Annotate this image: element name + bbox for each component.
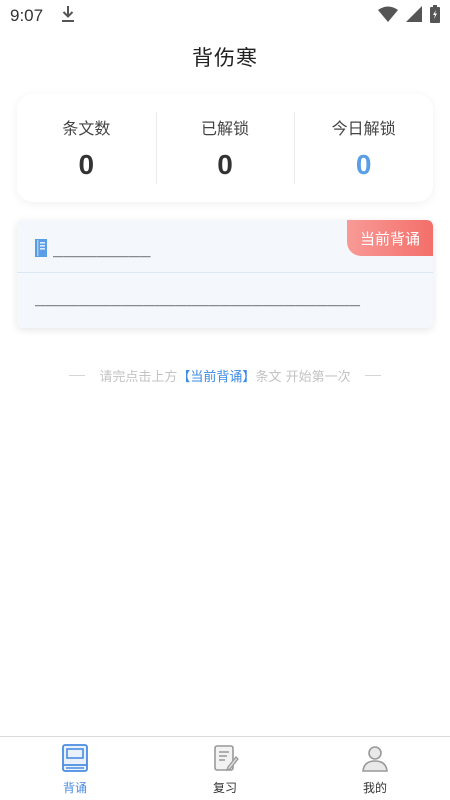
tab-mine[interactable]: 我的	[300, 737, 450, 800]
stat-total: 条文数 0	[17, 112, 156, 184]
tab-recite[interactable]: 背诵	[0, 737, 150, 800]
current-recitation-badge[interactable]: 当前背诵	[347, 220, 433, 256]
stat-today-unlocked: 今日解锁 0	[294, 112, 433, 184]
card-title-row: _________ 当前背诵	[17, 220, 433, 273]
stat-label: 今日解锁	[331, 119, 396, 138]
book-icon	[35, 239, 47, 261]
tab-label: 背诵	[62, 781, 87, 795]
book-icon	[60, 743, 90, 777]
stat-value: 0	[217, 149, 233, 180]
battery-icon	[430, 5, 440, 27]
status-time: 9:07	[10, 6, 44, 25]
stat-label: 已解锁	[201, 119, 250, 138]
tab-review[interactable]: 复习	[150, 737, 300, 800]
status-bar: 9:07	[0, 0, 450, 32]
note-edit-icon	[210, 743, 240, 777]
bottom-tab-bar: 背诵 复习 我的	[0, 736, 450, 800]
page-title: 背伤寒	[192, 46, 258, 70]
stats-card: 条文数 0 已解锁 0 今日解锁 0	[17, 94, 433, 202]
download-icon	[61, 5, 75, 27]
wifi-icon	[378, 6, 398, 26]
hint-text: 请完点击上方【当前背诵】条文 开始第一次	[0, 366, 450, 385]
screen: 9:07 背伤寒 条文数 0 已解锁 0 今日解锁 0 _________ 当前…	[0, 0, 450, 800]
card-body-text: ______________________________	[35, 286, 361, 307]
divider	[69, 375, 86, 376]
tab-label: 我的	[362, 781, 387, 795]
signal-icon	[406, 6, 422, 26]
hint-highlight: 【当前背诵】	[177, 370, 256, 385]
card-title-text: _________	[53, 237, 151, 258]
stat-label: 条文数	[62, 119, 111, 138]
hint-before: 请完点击上方	[99, 370, 178, 385]
person-icon	[360, 743, 390, 777]
stat-value: 0	[355, 149, 372, 180]
current-recitation-card[interactable]: _________ 当前背诵 _________________________…	[17, 220, 433, 328]
hint-after: 条文 开始第一次	[255, 370, 351, 385]
stat-unlocked: 已解锁 0	[155, 112, 295, 184]
stat-value: 0	[78, 149, 95, 180]
tab-label: 复习	[212, 781, 237, 795]
divider	[364, 375, 381, 376]
